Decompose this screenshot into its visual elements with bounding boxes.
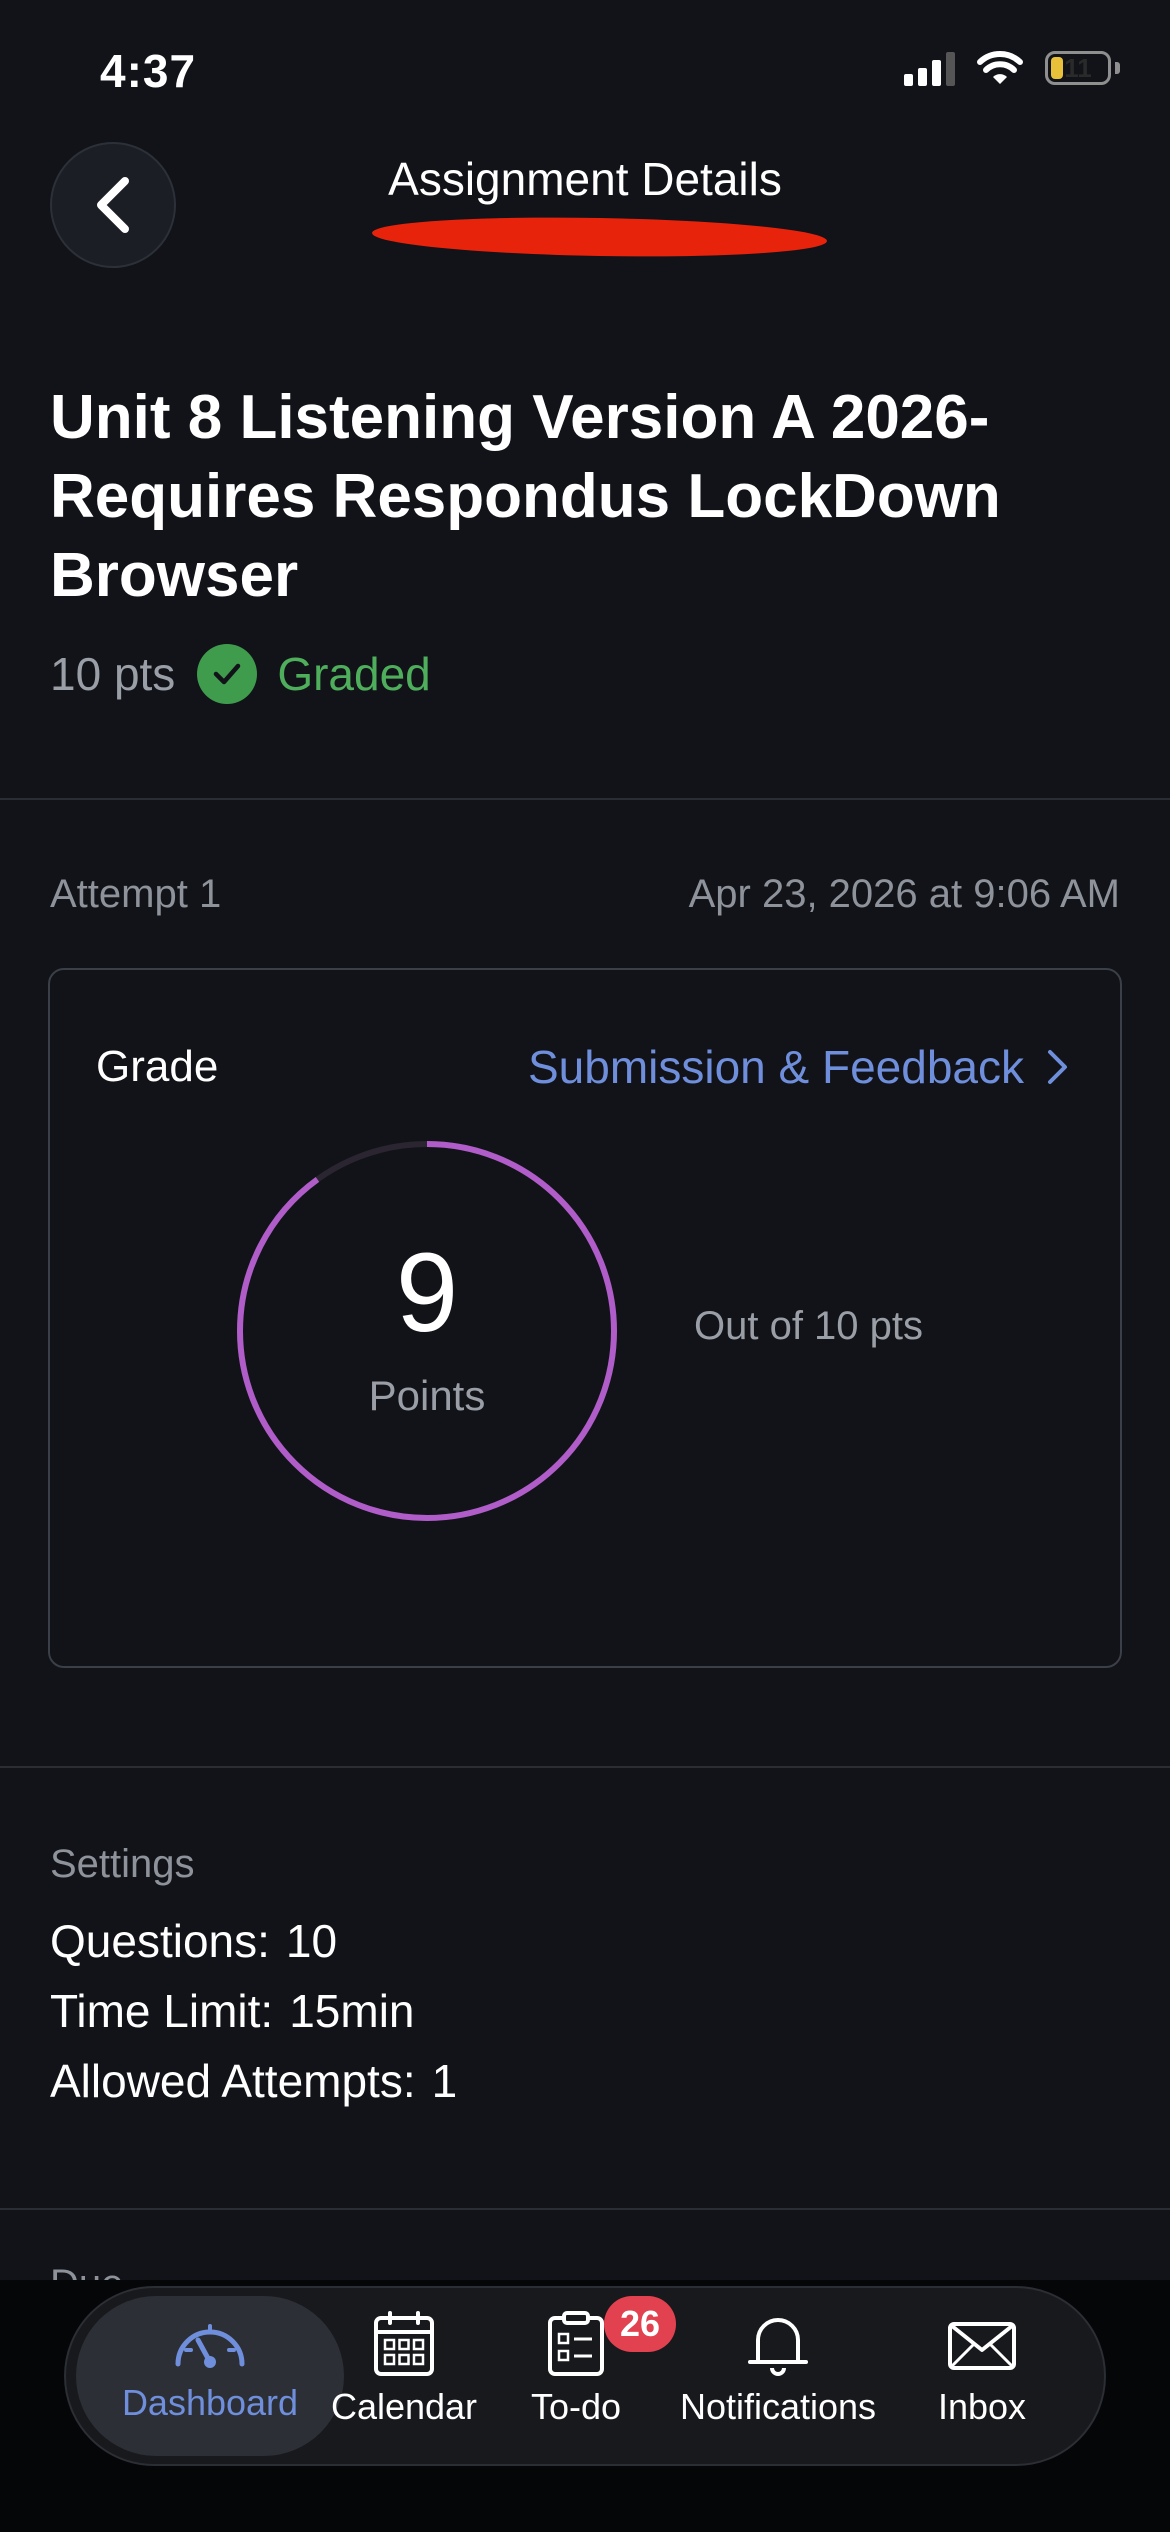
tab-dashboard[interactable]: Dashboard [100,2310,320,2424]
graded-status: Graded [277,648,431,700]
attempt-label: Attempt 1 [50,872,222,916]
tab-inbox[interactable]: Inbox [872,2310,1092,2428]
page-title: Assignment Details [388,153,782,205]
todo-count-badge: 26 [604,2296,676,2352]
setting-time-limit: Time Limit: 15min [50,1984,415,2038]
dashboard-icon [175,2324,245,2368]
attempt-date: Apr 23, 2026 at 9:06 AM [688,872,1120,916]
divider [0,2208,1170,2210]
submission-feedback-link[interactable]: Submission & Feedback [528,1040,1070,1094]
checkmark-icon [197,644,258,704]
setting-value: 1 [431,2055,458,2107]
chevron-right-icon [1048,1050,1067,1084]
mail-icon [948,2322,1016,2370]
bell-icon [748,2318,808,2376]
settings-heading: Settings [50,1842,195,1886]
wifi-icon [977,51,1023,84]
battery-tip [1115,62,1120,74]
tab-notifications[interactable]: Notifications [668,2310,888,2428]
redaction-mark [371,214,828,260]
assignment-title: Unit 8 Listening Version A 2026-Requires… [50,383,1001,610]
setting-questions: Questions: 10 [50,1914,337,1968]
setting-key: Questions: [50,1915,270,1967]
setting-key: Time Limit: [50,1985,274,2037]
tab-label: Notifications [679,2386,877,2427]
battery-icon: 11 [1045,51,1111,85]
assignment-meta: 10 pts Graded [50,644,431,704]
tab-label: Dashboard [121,2382,299,2423]
divider [0,1766,1170,1768]
grade-heading: Grade [96,1042,219,1091]
setting-value: 10 [285,1915,338,1967]
tab-label: Calendar [330,2386,478,2427]
submission-feedback-label: Submission & Feedback [527,1041,1024,1093]
status-time: 4:37 [100,45,197,97]
setting-allowed-attempts: Allowed Attempts: 1 [50,2054,457,2108]
score-out-of: Out of 10 pts [694,1304,924,1348]
todo-icon [548,2311,604,2376]
status-icons: 11 [904,50,1120,86]
tab-label: Inbox [937,2386,1027,2427]
divider [0,798,1170,800]
setting-value: 15min [289,1985,415,2037]
tab-label: To-do [530,2386,622,2427]
battery-level: 11 [1064,52,1092,83]
setting-key: Allowed Attempts: [50,2055,416,2107]
points-possible: 10 pts [50,648,176,700]
score-value: 9 [395,1230,459,1355]
calendar-icon [374,2311,434,2376]
score-unit: Points [368,1372,486,1419]
cellular-signal-icon [904,50,955,86]
